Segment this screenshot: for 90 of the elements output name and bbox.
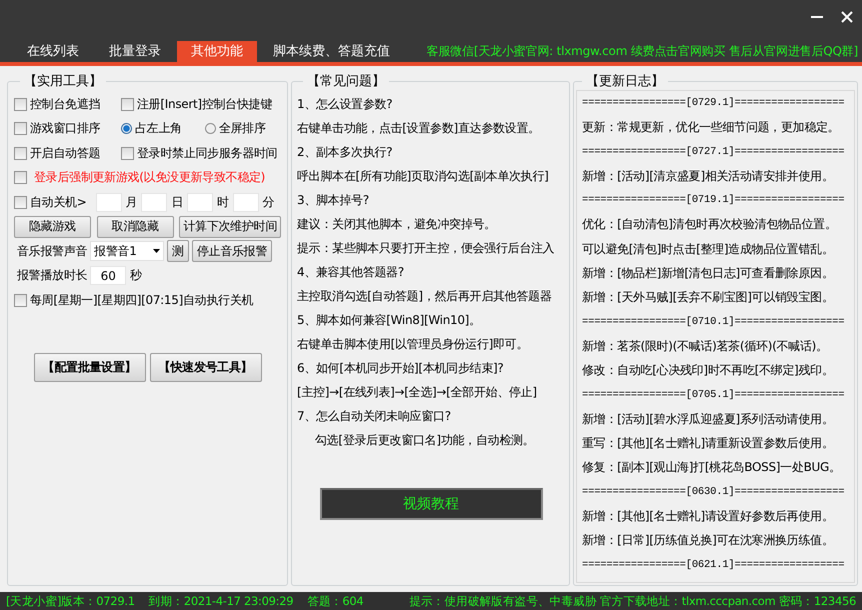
changelog-line: 新增：[活动][碧水浮瓜迎盛夏]系列活动请使用。 [582,410,834,428]
panel-title: 【常见问题】 [306,73,386,90]
button[interactable]: 测 [167,240,189,262]
version-separator: =================[0630.1]================== [582,484,844,500]
unit-label: 分 [262,194,274,211]
checkbox-label[interactable]: 游戏窗口排序 [30,120,100,138]
checkbox[interactable] [121,146,134,160]
radio-label[interactable]: 全屏排序 [218,120,266,138]
changelog-line: 新增：[其他][名士赠礼]请设置好参数后再使用。 [582,508,834,526]
changelog-line: 新增：[活动][清京盛夏]相关活动请安排并使用。 [582,168,834,185]
faq-line: 7、怎么自动关闭未响应窗口? [297,408,451,425]
faq-line: 提示：某些脚本只要打开主控，便会强行后台注入 [297,240,554,257]
faq-line: 呼出脚本在[所有功能]页取消勾选[副本单次执行] [297,168,549,185]
version-separator: =================[0710.1]================== [582,314,844,330]
status-text: 答题：604 [307,594,364,608]
unit-label: 时 [216,194,229,211]
faq-line: 2、副本多次执行? [297,144,392,161]
version-separator: =================[0719.1]================== [582,193,844,208]
input-field[interactable] [96,192,122,212]
button[interactable]: 计算下次维护时间 [179,216,281,238]
faq-line: 1、怎么设置参数? [297,96,392,113]
input-field[interactable]: 60 [90,266,126,286]
button[interactable]: 隐藏游戏 [14,216,91,238]
radio-label[interactable]: 占左上角 [135,120,182,138]
status-text: 到期：2021-4-17 23:09:29 [148,594,294,608]
changelog-line: 新增：[天外马贼][丢弃不刷宝图]可以销毁宝图。 [582,289,834,306]
button[interactable]: 停止音乐报警 [192,240,272,262]
checkbox[interactable] [14,196,27,209]
tab[interactable]: 脚本续费、答题充值 [259,41,404,62]
dropdown-value: 报警音1 [94,242,137,260]
field-label: 音乐报警声音 [17,242,88,260]
tab[interactable]: 在线列表 [13,41,93,62]
button[interactable]: 【配置批量设置】 [34,352,146,382]
changelog-line: 修复：[副本][观山海]打[桃花岛BOSS]一处BUG。 [582,459,841,476]
radio-button[interactable] [204,123,216,134]
checkbox[interactable] [14,98,27,111]
changelog-line: 重写：[其他][名士赠礼]请重新设置参数后使用。 [582,435,834,452]
changelog-line: 更新：常规更新，优化一些细节问题，更加稳定。 [582,119,840,136]
faq-line: 5、脚本如何兼容[Win8][Win10]。 [297,312,481,329]
tab[interactable]: 其他功能 [177,41,257,62]
changelog-line: 新增：茗茶(限时)(不喊话)茗茶(循环)(不喊话)。 [582,338,828,355]
status-hint: 提示：使用破解版有盗号、中毒威胁 官方下载地址：tlxm.cccpan.com 密码：123456 [409,594,856,608]
field-label: 报警播放时长 [17,267,88,284]
faq-line: 右键单击功能，点击[设置参数]直达参数设置。 [297,120,540,137]
video-tutorial-button[interactable]: 视频教程 [320,488,542,520]
faq-line: 6、如何[本机同步开始][本机同步结束]? [297,360,504,377]
checkbox-label[interactable]: 控制台免遮挡 [30,96,100,113]
checkbox[interactable] [121,98,134,111]
version-separator: =================[0705.1]================== [582,388,844,403]
changelog-line: 可以避免[清包]时点击[整理]造成物品位置错乱。 [582,240,834,258]
faq-line: 主控取消勾选[自动答题]，然后再开启其他答题器 [297,288,552,305]
status-text: [天龙小蜜]版本：0729.1 [6,594,135,608]
unit-label: 月 [126,194,138,211]
checkbox-label[interactable]: 登录时禁止同步服务器时间 [137,144,278,162]
faq-line: 3、脚本掉号? [297,192,369,209]
panel-title: 【实用工具】 [23,73,103,90]
radio-button[interactable] [121,123,132,134]
checkbox-label[interactable]: 每周[星期一][星期四][07:15]自动执行关机 [30,292,254,309]
button[interactable]: 【快速发号工具】 [150,352,262,382]
checkbox-label[interactable]: 注册[Insert]控制台快捷键 [137,96,272,113]
checkbox-label[interactable]: 自动关机> [30,194,87,211]
faq-line: 建议：关闭其他脚本，避免冲突掉号。 [297,216,496,233]
panel-title: 【更新日志】 [585,73,665,90]
input-field[interactable] [186,192,213,212]
checkbox[interactable] [14,171,27,184]
checkbox[interactable] [14,122,27,136]
input-field[interactable] [141,192,168,212]
faq-line: [主控]→[在线列表]→[全选]→[全部开始、停止] [297,384,537,401]
faq-line: 右键单击脚本使用[以管理员身份运行]即可。 [297,336,528,353]
changelog-line: 优化：[自动清包]清包时再次校验清包物品位置。 [582,216,836,234]
version-separator: =================[0621.1]================== [582,558,844,573]
checkbox[interactable] [14,146,27,160]
tab[interactable]: 批量登录 [95,41,175,62]
unit-label: 秒 [130,267,142,284]
version-separator: =================[0727.1]================== [582,144,844,160]
checkbox-label[interactable]: 开启自动答题 [30,144,100,162]
unit-label: 日 [171,194,183,211]
changelog-line: 新增：[日常][历练值兑换]可在沈寒洲换历练值。 [582,532,834,550]
support-notice: 客服微信[天龙小蜜官网: tlxmgw.com 续费点击官网购买 售后从官网进售后QQ群] [426,43,858,60]
faq-line: 勾选[登录后更改窗口名]功能，自动检测。 [314,432,534,449]
faq-line: 4、兼容其他答题器? [297,264,404,281]
input-field[interactable] [232,192,259,212]
changelog-line: 新增：[物品栏]新增[清包日志]可查看删除原因。 [582,265,834,282]
version-separator: =================[0729.1]================== [582,96,844,111]
dropdown[interactable]: 报警音1 [90,241,164,262]
caret-icon [153,249,160,254]
button[interactable]: 取消隐藏 [96,216,174,238]
close-icon[interactable] [840,10,854,24]
checkbox[interactable] [14,294,27,307]
changelog-line: 修改：自动吃[心决残印]时不再吃[不绑定]残印。 [582,362,834,380]
